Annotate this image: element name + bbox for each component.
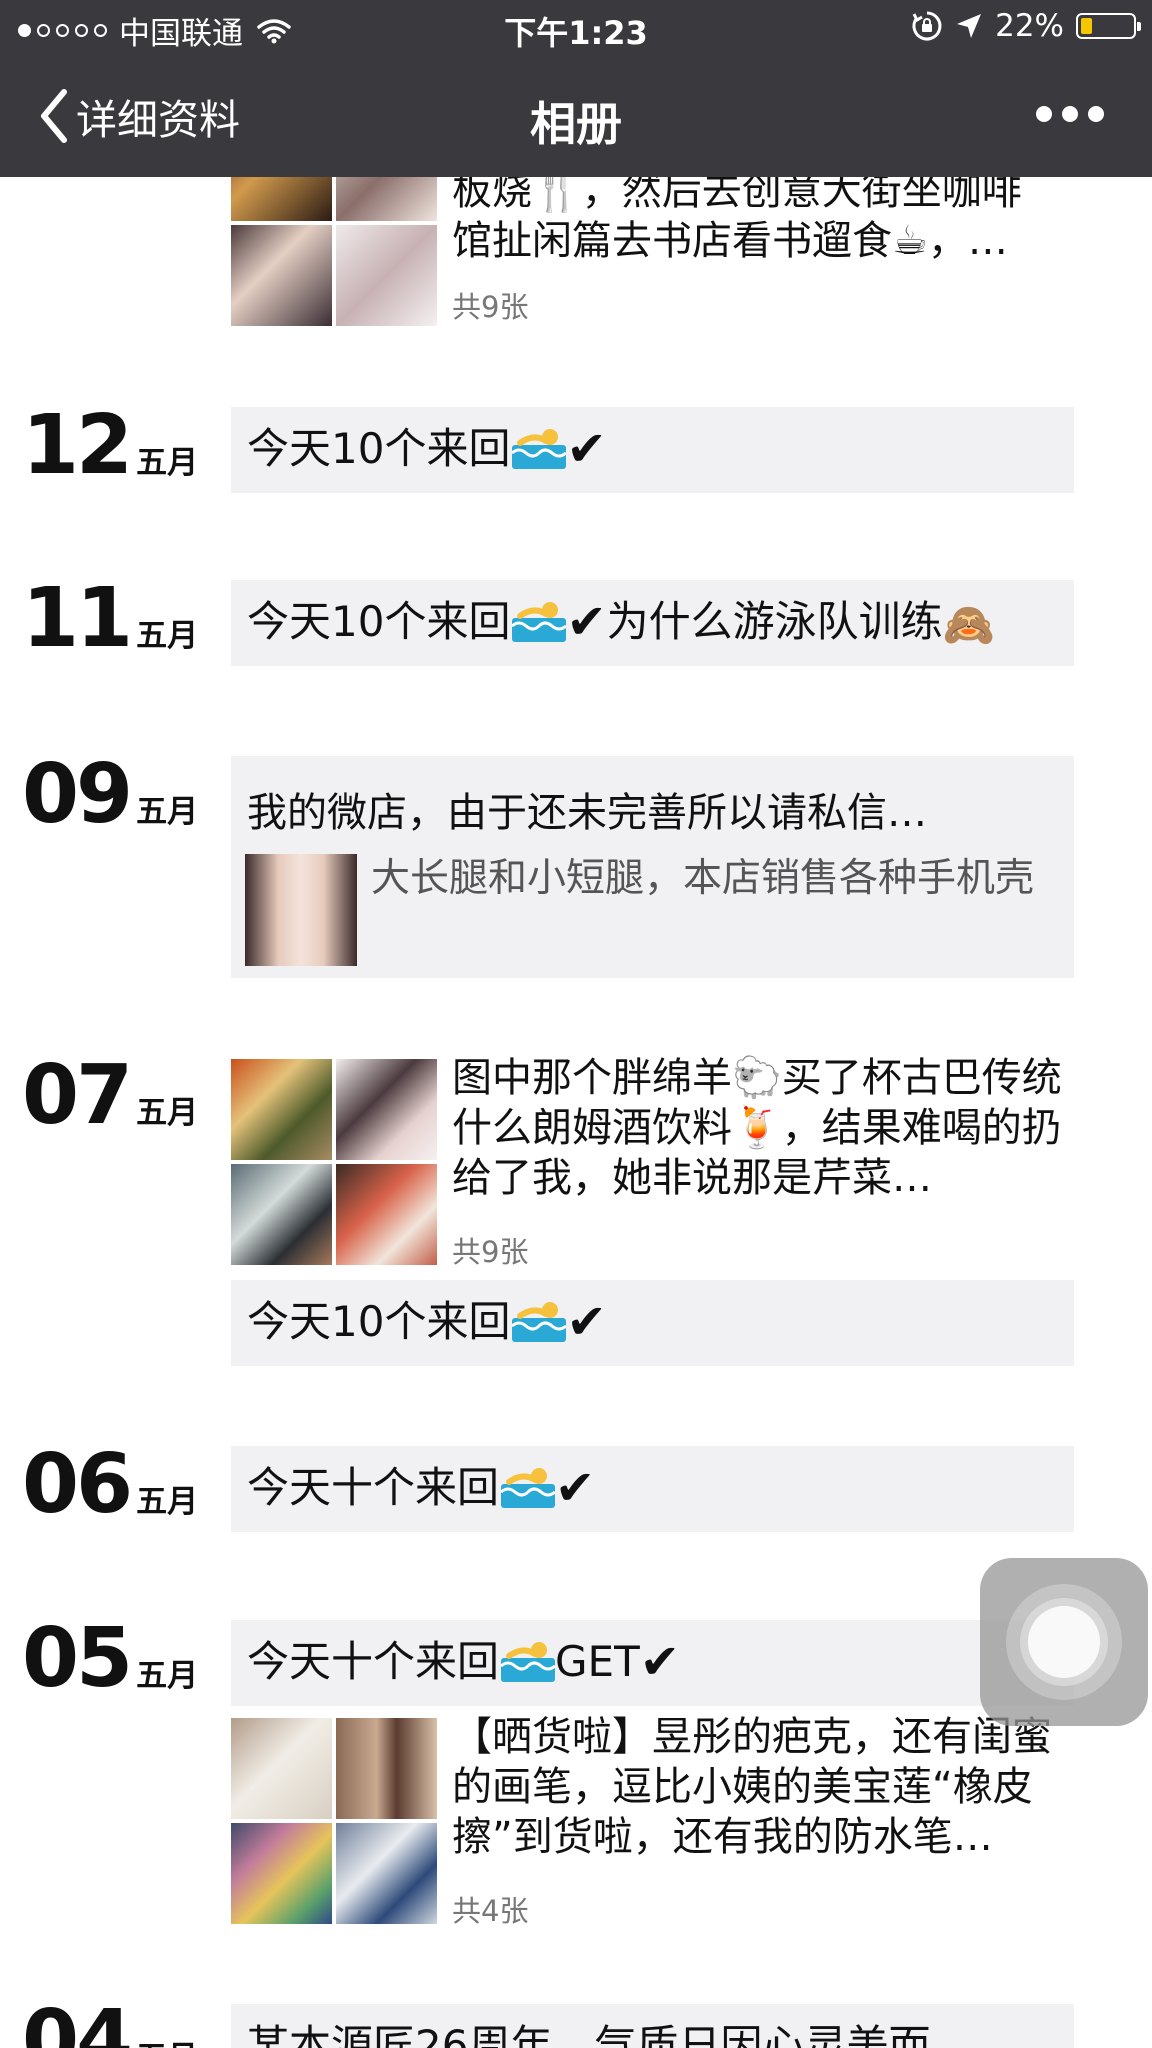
checkmark-icon: ✔ <box>566 421 607 477</box>
photo-count: 共4张 <box>452 1894 529 1928</box>
post-text: 今天十个来回 <box>247 1463 500 1512</box>
photo-post[interactable]: 【晒货啦】昱彤的疤克，还有闺蜜的画笔，逗比小姨的美宝莲“橡皮擦”到货啦，还有我的… <box>231 1714 1074 1928</box>
date-month: 五月 <box>136 1484 199 1520</box>
checkmark-icon: ✔ <box>566 594 607 650</box>
more-dots-icon <box>1036 106 1052 122</box>
swimmer-emoji-icon <box>511 596 568 642</box>
navigation-bar: 详细资料 相册 <box>0 58 1152 177</box>
share-title: 我的微店，由于还未完善所以请私信… <box>247 790 927 836</box>
entry-date: 12 五月 <box>22 405 198 487</box>
date-day: 11 <box>22 571 133 666</box>
battery-level <box>1081 18 1092 34</box>
entry-date: 11 五月 <box>22 578 198 660</box>
photo-thumbnail <box>336 1164 437 1265</box>
post-text-continued: GET <box>555 1637 640 1686</box>
battery-icon <box>1076 13 1141 39</box>
date-day: 06 <box>22 1437 133 1532</box>
photo-thumbnail <box>336 225 437 326</box>
swimmer-emoji-icon <box>500 1636 556 1682</box>
date-day: 07 <box>22 1048 133 1143</box>
entry-date: 04 五月 <box>22 2000 198 2048</box>
page-title: 相册 <box>530 97 622 151</box>
photo-thumbnail <box>231 1823 332 1924</box>
post-text: 今天10个来回 <box>247 1297 511 1346</box>
top-bar: 中国联通 下午1:23 22% 详细资料 相册 <box>0 0 1152 177</box>
date-month: 五月 <box>136 794 199 830</box>
album-timeline[interactable]: 板烧🍴，然后去创意大街坐咖啡 馆扯闲篇去书店看书遛食☕，… 共9张 12 五月 … <box>0 0 1152 2048</box>
photo-post[interactable]: 图中那个胖绵羊🐑买了杯古巴传统什么朗姆酒饮料🍹，结果难喝的扔给了我，她非说那是芹… <box>231 1055 1074 1269</box>
photo-mosaic[interactable] <box>231 1059 437 1265</box>
share-description: 大长腿和小短腿，本店销售各种手机壳 <box>371 856 1035 901</box>
text-post[interactable]: 今天10个来回 ✔为什么游泳队训练🙈 <box>231 580 1074 666</box>
post-text: 某本源匠26周年，气质日因心灵美而 <box>247 2021 931 2048</box>
assistive-touch-button[interactable] <box>980 1558 1148 1726</box>
checkmark-icon: ✔ <box>555 1460 596 1516</box>
see-no-evil-monkey-emoji: 🙈 <box>942 599 995 649</box>
text-post[interactable]: 今天十个来回 ✔ <box>231 1446 1074 1532</box>
photo-thumbnail <box>231 1164 332 1265</box>
date-day: 05 <box>22 1611 133 1706</box>
text-post[interactable]: 今天十个来回 GET✔ <box>231 1620 1074 1706</box>
post-text: 图中那个胖绵羊🐑买了杯古巴传统什么朗姆酒饮料🍹，结果难喝的扔给了我，她非说那是芹… <box>452 1055 1062 1201</box>
date-month: 五月 <box>136 2032 198 2048</box>
status-bar: 中国联通 下午1:23 22% <box>0 0 1152 58</box>
assistive-touch-center <box>1028 1606 1100 1678</box>
post-text: 今天10个来回 <box>247 424 511 473</box>
shared-link-post[interactable]: 我的微店，由于还未完善所以请私信… 大长腿和小短腿，本店销售各种手机壳 <box>231 756 1074 978</box>
more-dots-icon <box>1062 106 1078 122</box>
text-post[interactable]: 某本源匠26周年，气质日因心灵美而 <box>231 2004 1074 2048</box>
post-text: 今天十个来回 <box>247 1637 500 1686</box>
status-right: 22% <box>911 8 1141 44</box>
photo-thumbnail <box>231 1718 332 1819</box>
swimmer-emoji-icon <box>511 423 568 469</box>
text-post[interactable]: 今天10个来回 ✔ <box>231 1280 1074 1366</box>
photo-count: 共9张 <box>452 290 529 324</box>
date-day: 12 <box>22 398 133 493</box>
date-day: 04 <box>22 1993 133 2048</box>
date-month: 五月 <box>136 445 199 481</box>
post-text: 【晒货啦】昱彤的疤克，还有闺蜜的画笔，逗比小姨的美宝莲“橡皮擦”到货啦，还有我的… <box>452 1714 1052 1860</box>
photo-thumbnail <box>336 1718 437 1819</box>
entry-date: 07 五月 <box>22 1055 198 1137</box>
swimmer-emoji-icon <box>511 1296 568 1342</box>
more-button[interactable] <box>1036 106 1104 122</box>
more-dots-icon <box>1088 106 1104 122</box>
post-text: 今天10个来回 <box>247 597 511 646</box>
entry-date: 06 五月 <box>22 1444 198 1526</box>
photo-count: 共9张 <box>452 1235 529 1269</box>
share-thumbnail <box>245 854 357 966</box>
battery-percent: 22% <box>995 8 1064 44</box>
post-text-continued: 为什么游泳队训练 <box>606 597 943 646</box>
date-month: 五月 <box>136 618 199 654</box>
swimmer-emoji-icon <box>500 1462 556 1508</box>
photo-thumbnail <box>231 1059 332 1160</box>
photo-mosaic[interactable] <box>231 1718 437 1924</box>
post-text: 板烧🍴，然后去创意大街坐咖啡 馆扯闲篇去书店看书遛食☕，… <box>452 166 1070 266</box>
date-month: 五月 <box>136 1095 199 1131</box>
location-arrow-icon <box>957 14 982 38</box>
checkmark-icon: ✔ <box>566 1294 607 1350</box>
post-text-line: 馆扯闲篇去书店看书遛食☕，… <box>452 218 1008 264</box>
date-month: 五月 <box>136 1658 199 1694</box>
text-post[interactable]: 今天10个来回 ✔ <box>231 407 1074 493</box>
entry-date: 05 五月 <box>22 1618 198 1700</box>
photo-thumbnail <box>336 1823 437 1924</box>
date-day: 09 <box>22 747 133 842</box>
rotation-lock-icon <box>912 11 942 41</box>
checkmark-icon: ✔ <box>639 1634 680 1690</box>
photo-thumbnail <box>336 1059 437 1160</box>
entry-date: 09 五月 <box>22 754 198 836</box>
photo-thumbnail <box>231 225 332 326</box>
